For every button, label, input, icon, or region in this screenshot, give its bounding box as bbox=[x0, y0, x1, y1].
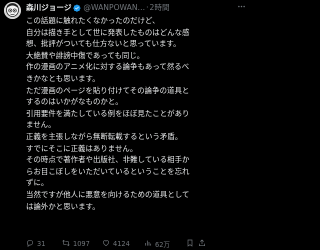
author-handle[interactable]: @WANPOWAN… bbox=[83, 2, 145, 14]
reply-button[interactable]: 31 bbox=[26, 239, 62, 249]
reply-count: 31 bbox=[37, 239, 46, 248]
avatar[interactable] bbox=[4, 2, 21, 19]
views-button[interactable]: 62万 bbox=[144, 239, 186, 249]
heart-icon bbox=[102, 239, 110, 249]
retweet-count: 1097 bbox=[73, 239, 90, 248]
retweet-icon bbox=[62, 239, 70, 249]
timestamp[interactable]: 2時間 bbox=[150, 2, 170, 14]
tweet-line: きかなとも思います。 bbox=[26, 73, 100, 83]
tweet-line: ずに。 bbox=[26, 178, 49, 188]
tweet-actions: 31 1097 4124 62万 bbox=[26, 238, 248, 249]
tweet-line: するのはいかがなものかと。 bbox=[26, 97, 123, 107]
tweet-line: 引用要件を満たしている例をほぼ見たことがあり bbox=[26, 108, 190, 118]
tweet-header: 森川ジョージ @WANPOWAN… · 2時間 bbox=[26, 2, 246, 14]
tweet-text: この話題に触れたくなかったのだけど、 自分は描き手として世に発表したものはどんな… bbox=[26, 15, 248, 212]
verified-badge-icon bbox=[73, 4, 81, 12]
tweet-line: 大絶賛や誹謗中傷であっても同じ。 bbox=[26, 50, 145, 60]
share-button[interactable] bbox=[198, 239, 210, 249]
reply-icon bbox=[26, 239, 34, 249]
tweet-line: 想、批評がついても仕方ないと思っています。 bbox=[26, 39, 181, 49]
like-count: 4124 bbox=[113, 239, 130, 248]
separator-dot: · bbox=[146, 3, 149, 12]
tweet-line: ません。 bbox=[26, 120, 56, 130]
author-name[interactable]: 森川ジョージ bbox=[26, 2, 71, 14]
tweet-line: すでにそこに正義はありません。 bbox=[26, 143, 138, 153]
tweet-line: 作の漫画のアニメ化に対する論争もあって然るべ bbox=[26, 62, 190, 72]
bar-chart-icon bbox=[144, 239, 152, 249]
tweet-line: らお目こぼしをいただいているということを忘れ bbox=[26, 166, 190, 176]
tweet-line: この話題に触れたくなかったのだけど、 bbox=[26, 16, 160, 25]
tweet: 森川ジョージ @WANPOWAN… · 2時間 この話題に触れたくなかったのだけ… bbox=[0, 0, 250, 250]
share-icon bbox=[198, 239, 206, 249]
bookmark-icon bbox=[186, 239, 194, 249]
retweet-button[interactable]: 1097 bbox=[62, 239, 102, 249]
tweet-line: ただ漫画のページを貼り付けてその論争の道具と bbox=[26, 85, 190, 95]
tweet-line: 自分は描き手として世に発表したものはどんな感 bbox=[26, 27, 190, 37]
tweet-line: 正義を主張しながら無断転載するという矛盾。 bbox=[26, 131, 183, 141]
tweet-line: その時点で著作者や出版社、非難している相手か bbox=[26, 155, 190, 165]
more-horizontal-icon[interactable] bbox=[237, 2, 246, 14]
bookmark-button[interactable] bbox=[186, 239, 198, 249]
like-button[interactable]: 4124 bbox=[102, 239, 144, 249]
views-count: 62万 bbox=[155, 240, 170, 249]
tweet-line: 当然ですが他人に悪意を向けるための道具として bbox=[26, 189, 190, 199]
tweet-line: は論外かと思います。 bbox=[26, 201, 100, 211]
